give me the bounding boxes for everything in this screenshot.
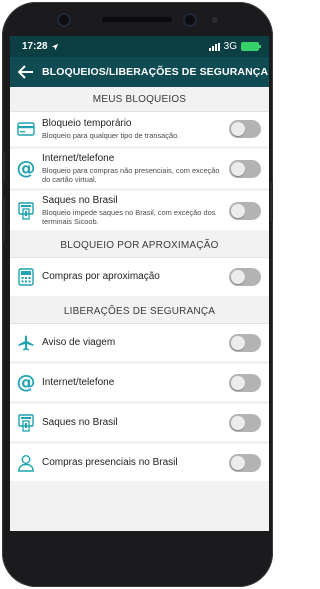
contactless-card-icon <box>15 266 37 288</box>
toggle-knob <box>231 203 245 218</box>
location-arrow-icon <box>51 43 58 50</box>
item-label: Internet/telefone <box>42 376 115 388</box>
toggle-compras-presenciais[interactable] <box>229 453 261 472</box>
item-label: Saques no Brasil <box>42 416 118 428</box>
top-bezel <box>2 2 273 38</box>
section-header-aproximacao: BLOQUEIO POR APROXIMAÇÃO <box>10 233 269 258</box>
toggle-aviso-viagem[interactable] <box>229 333 261 352</box>
toggle-knob <box>231 161 245 176</box>
at-icon: @ <box>16 371 36 393</box>
item-label: Bloqueio temporário <box>42 118 132 129</box>
list-item-internet-telefone-bloqueio[interactable]: @ Internet/telefone Bloqueio para compra… <box>10 149 269 191</box>
item-description: Bloqueio para compras não presenciais, c… <box>42 166 220 184</box>
item-label: Internet/telefone <box>42 153 115 164</box>
list-item-aviso-viagem[interactable]: Aviso de viagem <box>10 324 269 364</box>
status-bar: 17:28 3G <box>10 36 269 57</box>
toggle-saques-brasil-liberacao[interactable] <box>229 413 261 432</box>
volume-down-button <box>2 197 5 242</box>
screen: 17:28 3G BLOQUEIOS/LIBERAÇÕES DE SEGURAN… <box>10 36 269 531</box>
list-item-internet-telefone-liberacao[interactable]: @ Internet/telefone <box>10 364 269 404</box>
toggle-knob <box>231 335 245 350</box>
iris-sensor-icon <box>185 15 195 25</box>
app-bar: BLOQUEIOS/LIBERAÇÕES DE SEGURANÇA <box>10 57 269 87</box>
item-label: Compras presenciais no Brasil <box>42 456 178 468</box>
atm-icon <box>15 412 37 434</box>
at-icon: @ <box>16 157 36 179</box>
earpiece-speaker <box>102 17 172 22</box>
network-type: 3G <box>223 41 237 52</box>
item-label: Compras por aproximação <box>42 271 160 282</box>
item-label: Saques no Brasil <box>42 195 118 206</box>
toggle-bloqueio-temporario[interactable] <box>229 120 261 138</box>
front-camera-icon <box>59 15 69 25</box>
volume-up-button <box>2 152 5 182</box>
toggle-knob <box>231 415 245 430</box>
toggle-knob <box>231 455 245 470</box>
page-title: BLOQUEIOS/LIBERAÇÕES DE SEGURANÇA <box>42 66 269 78</box>
credit-card-icon <box>15 118 37 140</box>
toggle-internet-telefone-liberacao[interactable] <box>229 373 261 392</box>
list-item-saques-brasil-bloqueio[interactable]: Saques no Brasil Bloqueio impede saques … <box>10 191 269 233</box>
section-header-meus-bloqueios: MEUS BLOQUEIOS <box>10 87 269 112</box>
airplane-icon <box>15 332 37 354</box>
phone-frame: 17:28 3G BLOQUEIOS/LIBERAÇÕES DE SEGURAN… <box>2 2 273 587</box>
arrow-left-icon[interactable] <box>18 60 34 84</box>
signal-strength-icon <box>208 42 220 51</box>
toggle-internet-telefone-bloqueio[interactable] <box>229 159 261 178</box>
toggle-saques-brasil-bloqueio[interactable] <box>229 201 261 220</box>
bottom-bezel <box>2 531 273 587</box>
section-header-liberacoes: LIBERAÇÕES DE SEGURANÇA <box>10 299 269 324</box>
toggle-knob <box>231 122 245 136</box>
list-item-bloqueio-temporario[interactable]: Bloqueio temporário Bloqueio para qualqu… <box>10 112 269 149</box>
person-icon <box>15 452 37 474</box>
item-description: Bloqueio impede saques no Brasil, com ex… <box>42 208 216 226</box>
item-label: Aviso de viagem <box>42 336 116 348</box>
proximity-sensor <box>212 17 218 23</box>
atm-icon <box>15 200 37 222</box>
toggle-compras-aproximacao[interactable] <box>229 268 261 286</box>
power-button <box>270 182 273 222</box>
item-description: Bloqueio para qualquer tipo de transação… <box>42 131 180 140</box>
toggle-knob <box>231 375 245 390</box>
status-time: 17:28 <box>22 41 48 52</box>
battery-charging-icon <box>241 42 261 51</box>
list-item-compras-aproximacao[interactable]: Compras por aproximação <box>10 258 269 299</box>
toggle-knob <box>231 270 245 284</box>
list-item-compras-presenciais[interactable]: Compras presenciais no Brasil <box>10 444 269 484</box>
list-item-saques-brasil-liberacao[interactable]: Saques no Brasil <box>10 404 269 444</box>
